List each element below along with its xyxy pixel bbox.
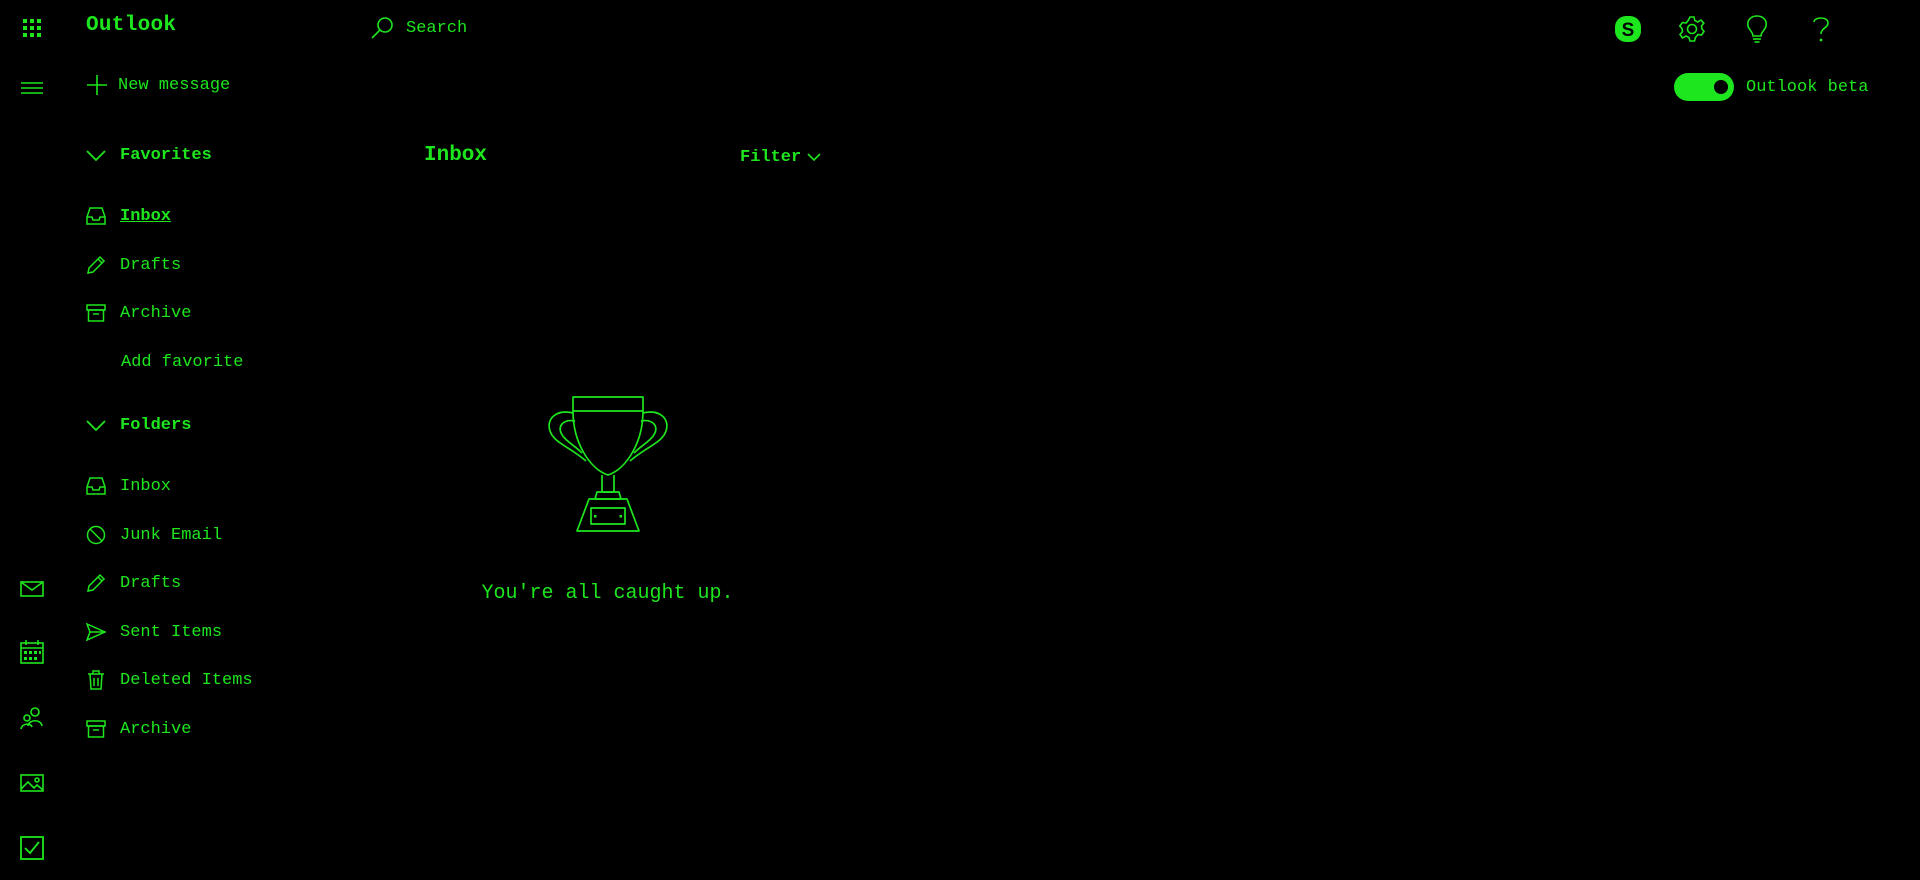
empty-state-message: You're all caught up. [481,582,734,605]
folders-header[interactable]: Folders [86,416,191,435]
filter-button[interactable]: Filter [740,148,821,167]
folder-inbox-label: Inbox [120,476,172,496]
search-box[interactable]: Search [370,14,467,42]
favorite-archive-label: Archive [120,303,192,323]
folder-deleted-items-label: Deleted Items [120,670,253,690]
favorite-drafts[interactable]: Drafts [86,251,181,279]
people-icon [20,707,43,730]
folder-drafts-label: Drafts [120,573,182,593]
message-list-title: Inbox [424,144,488,167]
waffle-icon [23,19,41,37]
settings-button[interactable] [1674,11,1710,47]
favorite-archive[interactable]: Archive [86,299,191,327]
folder-junk-email-label: Junk Email [120,525,223,545]
rail-tasks-button[interactable] [14,830,50,866]
rail-calendar-button[interactable] [14,634,50,670]
hamburger-icon [21,82,43,94]
pencil-icon [86,255,106,275]
archive-icon [86,303,106,323]
search-placeholder[interactable]: Search [406,19,467,38]
trophy-icon [547,396,668,532]
filter-label: Filter [740,148,802,167]
chevron-down-icon [86,419,106,431]
gear-icon [1678,16,1706,42]
folder-archive[interactable]: Archive [86,715,191,743]
inbox-icon [86,476,106,496]
folder-sent-items[interactable]: Sent Items [86,618,222,646]
add-favorite-label: Add favorite [121,352,244,372]
folder-archive-label: Archive [120,719,192,739]
folders-heading: Folders [120,416,192,435]
archive-icon [86,719,106,739]
new-message-button[interactable]: New message [86,74,230,96]
tasks-icon [20,836,44,860]
folder-sent-items-label: Sent Items [120,622,223,642]
tips-button[interactable] [1739,11,1775,47]
favorite-inbox-label: Inbox [120,206,172,226]
favorite-inbox[interactable]: Inbox [86,202,171,230]
mail-icon [20,581,44,597]
skype-icon: S [1615,16,1641,42]
help-icon [1813,17,1829,42]
folder-deleted-items[interactable]: Deleted Items [86,666,253,694]
favorite-drafts-label: Drafts [120,255,182,275]
search-icon [371,17,393,39]
folder-drafts[interactable]: Drafts [86,569,181,597]
calendar-icon [20,640,44,664]
plus-icon [87,75,107,95]
outlook-beta-label: Outlook beta [1746,77,1869,97]
new-message-label: New message [118,75,231,95]
trash-icon [86,670,106,690]
rail-people-button[interactable] [14,700,50,736]
favorites-heading: Favorites [120,146,212,165]
rail-photos-button[interactable] [14,765,50,801]
chevron-down-icon [807,153,821,162]
send-icon [86,622,106,642]
chevron-down-icon [86,149,106,161]
rail-mail-button[interactable] [14,571,50,607]
collapse-nav-button[interactable] [14,70,50,106]
outlook-beta-toggle[interactable] [1674,73,1734,101]
outlook-beta-toggle-group: Outlook beta [1674,73,1868,101]
favorites-header[interactable]: Favorites [86,146,212,165]
folder-inbox[interactable]: Inbox [86,472,171,500]
pencil-icon [86,573,106,593]
app-title[interactable]: Outlook [86,14,176,37]
add-favorite-link[interactable]: Add favorite [121,348,243,376]
folder-junk-email[interactable]: Junk Email [86,521,222,549]
lightbulb-icon [1747,15,1767,43]
app-launcher-button[interactable] [14,10,50,46]
toggle-knob [1714,80,1728,94]
skype-button[interactable]: S [1610,11,1646,47]
photos-icon [20,774,44,792]
inbox-icon [86,206,106,226]
svg-text:S: S [1622,20,1635,41]
empty-state: You're all caught up. [470,395,745,607]
help-button[interactable] [1803,11,1839,47]
block-icon [86,525,106,545]
